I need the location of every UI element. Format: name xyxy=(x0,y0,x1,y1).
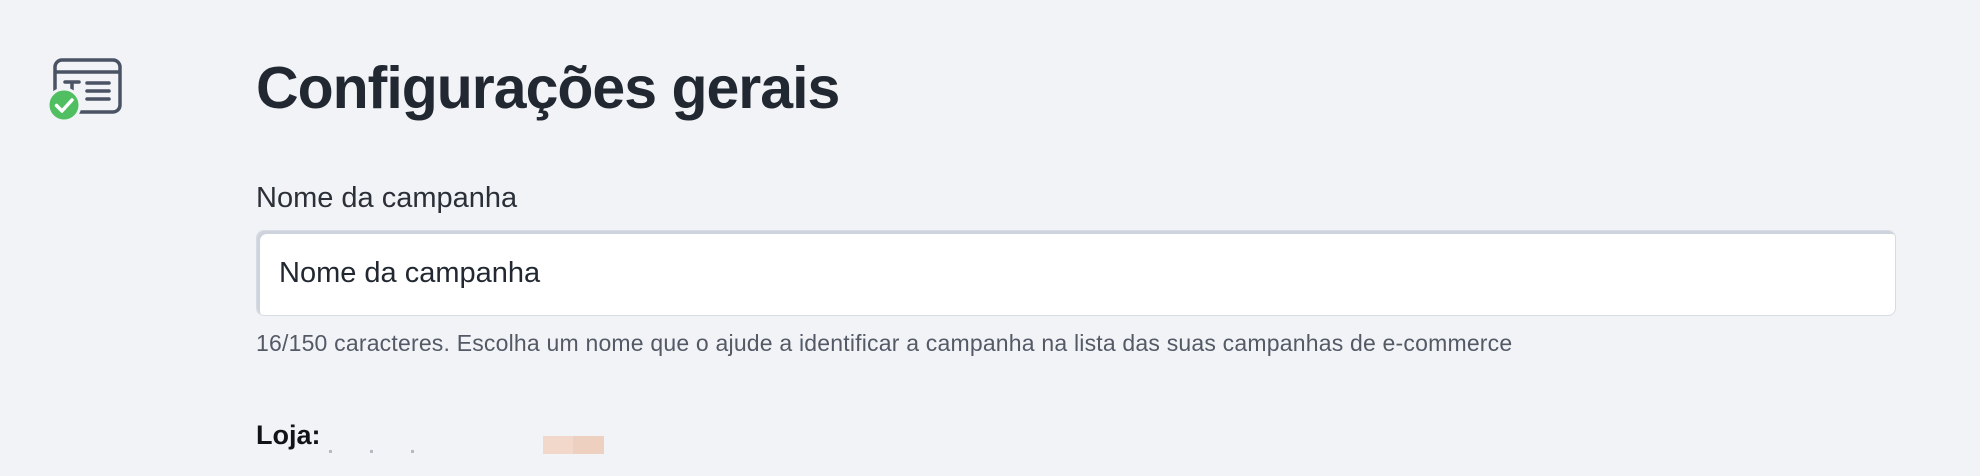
campaign-name-helper-text: 16/150 caracteres. Escolha um nome que o… xyxy=(256,330,1513,356)
redaction-dot xyxy=(411,450,414,453)
campaign-name-label: Nome da campanha xyxy=(256,182,518,214)
redaction-dot xyxy=(370,450,373,453)
redaction-block xyxy=(543,436,604,454)
campaign-name-input[interactable] xyxy=(256,230,1896,316)
store-name-redacted xyxy=(329,431,604,457)
redaction-dot xyxy=(329,450,332,453)
page-title: Configurações gerais xyxy=(256,55,840,121)
text-block-check-icon xyxy=(46,54,128,126)
store-label: Loja: xyxy=(256,420,321,450)
